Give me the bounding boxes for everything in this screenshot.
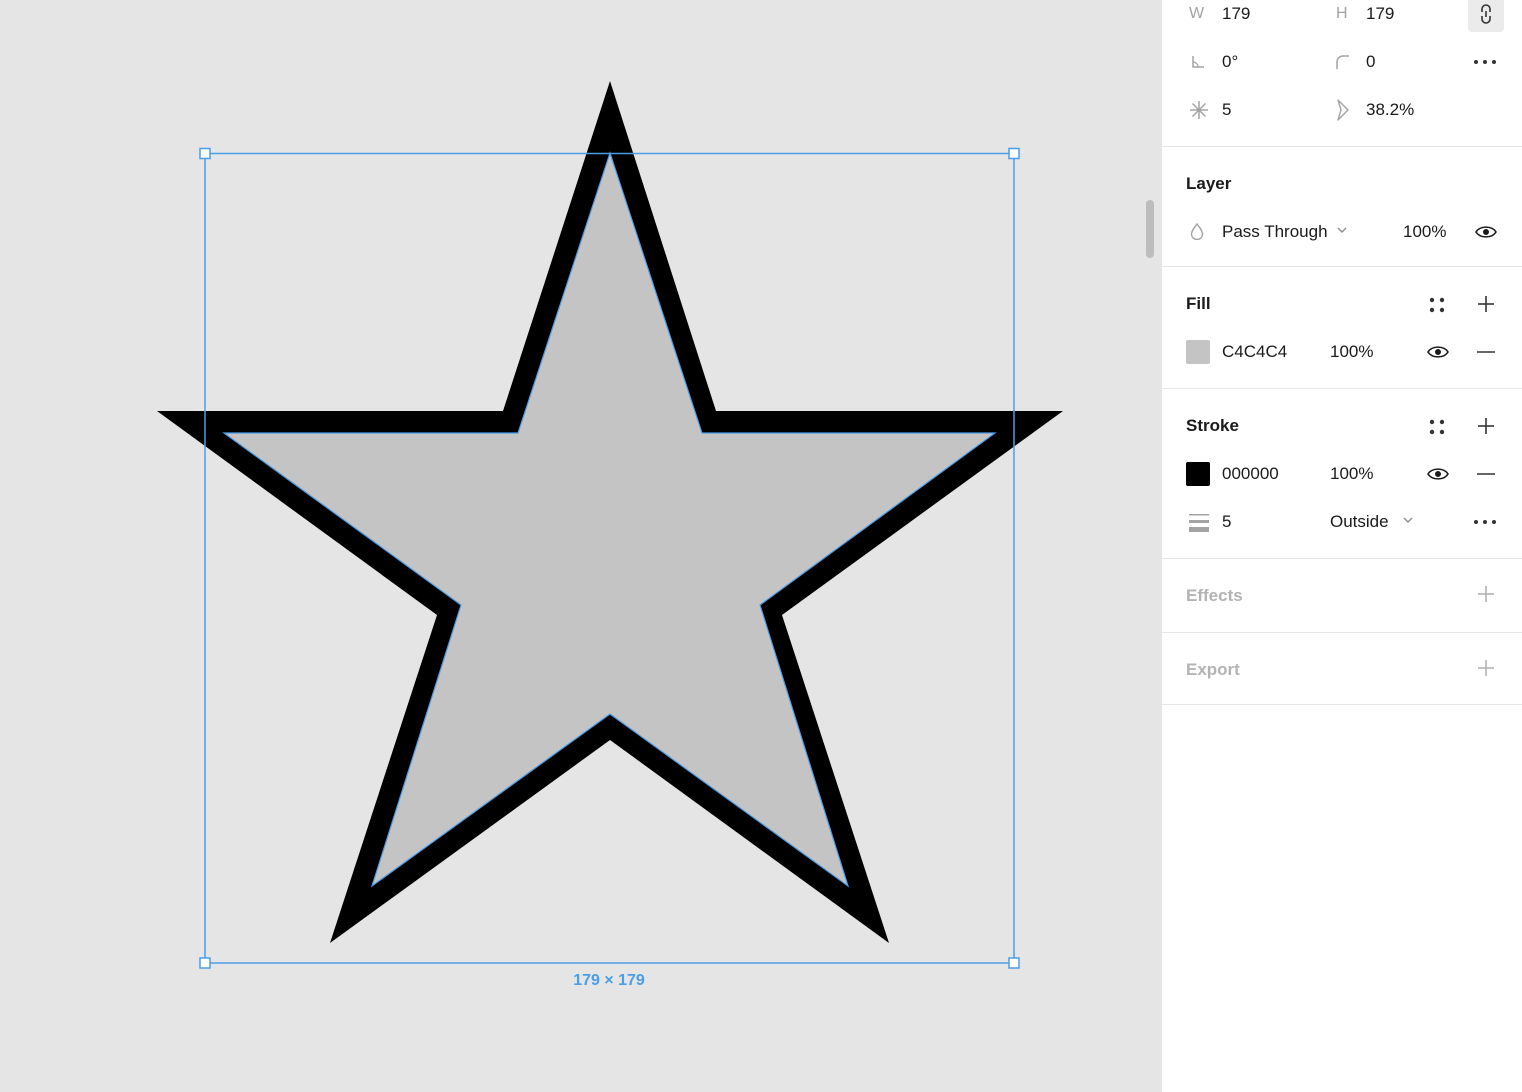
export-section-title: Export [1186,660,1240,679]
layer-opacity-input[interactable]: 100% [1403,220,1446,244]
fill-color-hex[interactable]: C4C4C4 [1222,340,1287,364]
blend-mode-icon [1190,223,1204,240]
stroke-opacity-input[interactable]: 100% [1330,462,1373,486]
blend-mode-dropdown[interactable]: Pass Through [1222,220,1328,244]
width-input[interactable]: 179 [1222,2,1250,26]
effects-section-title: Effects [1186,586,1243,605]
section-divider [1162,146,1522,147]
corner-radius-icon [1336,55,1349,69]
layer-section-title: Layer [1186,174,1232,193]
design-canvas[interactable]: 179 × 179 [0,0,1162,1092]
section-divider [1162,388,1522,389]
section-divider [1162,558,1522,559]
resize-handle-top-left[interactable] [199,147,211,160]
resize-handle-bottom-left[interactable] [199,957,211,969]
star-points-icon [1190,101,1208,119]
resize-handle-bottom-right[interactable] [1008,957,1020,969]
height-label: H [1336,5,1348,22]
style-grid-icon[interactable] [1428,418,1446,436]
selection-size-label: 179 × 179 [573,972,645,989]
section-divider [1162,266,1522,267]
height-input[interactable]: 179 [1366,2,1394,26]
add-stroke-icon[interactable] [1477,417,1495,435]
star-ratio-input[interactable]: 38.2% [1366,98,1414,122]
eye-icon[interactable] [1475,224,1497,240]
star-ratio-icon [1337,99,1349,121]
stroke-color-swatch[interactable] [1186,462,1210,486]
corner-radius-input[interactable]: 0 [1366,50,1375,74]
link-icon [1481,4,1491,24]
eye-icon[interactable] [1427,344,1449,360]
more-options-icon[interactable] [1473,518,1497,526]
add-fill-icon[interactable] [1477,295,1495,313]
stroke-weight-icon [1189,514,1209,532]
fill-opacity-input[interactable]: 100% [1330,340,1373,364]
resize-handle-top-right[interactable] [1008,147,1020,160]
stroke-weight-input[interactable]: 5 [1222,510,1231,534]
chevron-down-icon[interactable] [1337,227,1347,234]
rotation-icon [1192,56,1204,68]
canvas-stage[interactable] [0,0,1162,1092]
width-label: W [1189,5,1205,22]
remove-fill-icon[interactable] [1477,351,1495,353]
chevron-down-icon[interactable] [1403,517,1413,524]
stroke-position-dropdown[interactable]: Outside [1330,510,1389,534]
remove-stroke-icon[interactable] [1477,473,1495,475]
stroke-section-title: Stroke [1186,416,1239,435]
eye-icon[interactable] [1427,466,1449,482]
add-effect-icon[interactable] [1477,585,1495,603]
vertical-scrollbar[interactable] [1146,200,1154,258]
style-grid-icon[interactable] [1428,296,1446,314]
fill-color-swatch[interactable] [1186,340,1210,364]
fill-section-title: Fill [1186,294,1211,313]
stroke-color-hex[interactable]: 000000 [1222,462,1279,486]
more-options-icon[interactable] [1473,58,1497,66]
constrain-proportions-button[interactable] [1468,0,1504,32]
star-points-input[interactable]: 5 [1222,98,1231,122]
section-divider [1162,704,1522,705]
section-divider [1162,632,1522,633]
properties-panel: W 179 H 179 0° 0 5 38.2% Layer Pass Thro… [1162,0,1522,1092]
rotation-input[interactable]: 0° [1222,50,1238,74]
add-export-icon[interactable] [1477,659,1495,677]
